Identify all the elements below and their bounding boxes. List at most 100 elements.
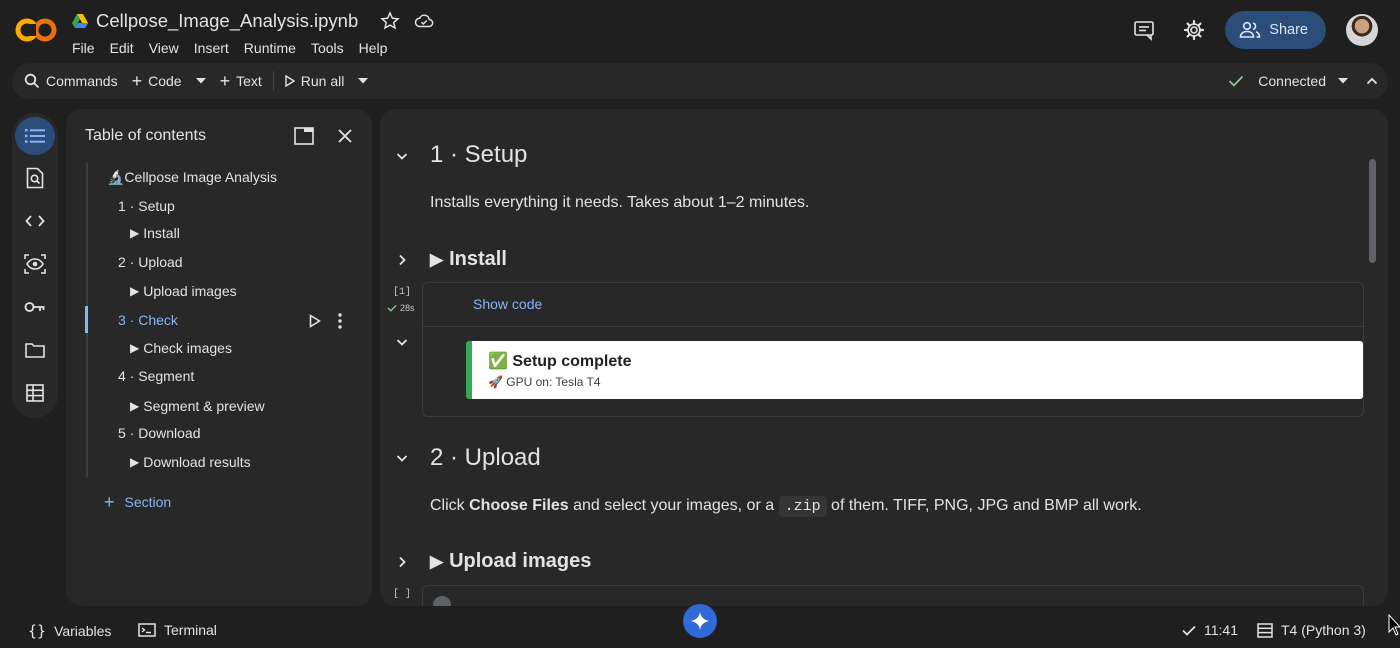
run-all-button[interactable]: Run all xyxy=(278,73,352,89)
commands-button[interactable]: Commands xyxy=(12,73,125,89)
notebook-toolbar: Commands + Code + Text Run all Connected xyxy=(12,63,1388,99)
code-label: Code xyxy=(148,73,182,89)
side-rail xyxy=(12,113,58,418)
add-text-button[interactable]: + Text xyxy=(213,72,269,90)
share-button[interactable]: Share xyxy=(1225,11,1326,49)
toc-item-upload-images[interactable]: ▶ Upload images xyxy=(130,283,237,299)
terminal-button[interactable]: Terminal xyxy=(138,622,217,638)
code-snippets-icon[interactable] xyxy=(15,202,55,240)
gemini-sparkle-button[interactable] xyxy=(683,604,717,638)
toc-item-download[interactable]: 5 · Download xyxy=(118,425,201,441)
toc-item-download-results[interactable]: ▶ Download results xyxy=(130,454,251,470)
toc-item-install[interactable]: ▶ Install xyxy=(130,225,180,241)
code-dropdown[interactable] xyxy=(189,78,213,84)
check-icon xyxy=(387,305,397,312)
run-all-label: Run all xyxy=(300,73,345,89)
people-icon xyxy=(1239,21,1261,39)
toc-item-setup[interactable]: 1 · Setup xyxy=(118,198,175,214)
add-section-button[interactable]: + Section xyxy=(104,493,171,511)
code-cell-upload[interactable] xyxy=(422,585,1364,606)
comments-icon[interactable] xyxy=(1133,19,1155,41)
more-vert-icon[interactable] xyxy=(338,313,342,329)
execution-count: [ ] xyxy=(393,589,412,600)
menu-help[interactable]: Help xyxy=(359,40,388,56)
files-folder-icon[interactable] xyxy=(15,331,55,369)
open-in-tab-icon[interactable] xyxy=(294,127,314,145)
toc-item-check-images[interactable]: ▶ Check images xyxy=(130,340,232,356)
colab-logo[interactable] xyxy=(14,12,58,48)
check-icon xyxy=(1182,625,1196,636)
secrets-key-icon[interactable] xyxy=(15,288,55,326)
vertical-scrollbar[interactable] xyxy=(1369,159,1376,263)
toc-item-check[interactable]: 3 · Check xyxy=(118,312,178,328)
show-code-link[interactable]: Show code xyxy=(473,296,542,312)
menu-tools[interactable]: Tools xyxy=(311,40,344,56)
connected-status[interactable]: Connected xyxy=(1258,73,1326,89)
cloud-saved-icon[interactable] xyxy=(414,11,434,31)
execution-time: 28s xyxy=(387,303,415,313)
caret-down-icon xyxy=(358,78,369,84)
notebook-title[interactable]: Cellpose_Image_Analysis.ipynb xyxy=(96,10,358,32)
collapsed-triangle-icon: ▶ xyxy=(130,341,140,355)
caret-down-icon xyxy=(195,78,206,84)
collapsed-triangle-icon: ▶ xyxy=(430,551,444,571)
collapsed-triangle-icon: ▶ xyxy=(130,226,140,240)
caret-down-icon[interactable] xyxy=(1338,78,1348,84)
find-in-document-icon[interactable] xyxy=(15,159,55,197)
menu-runtime[interactable]: Runtime xyxy=(244,40,296,56)
run-all-dropdown[interactable] xyxy=(351,78,375,84)
mouse-cursor-icon xyxy=(1388,614,1400,636)
cell-output: ✅ Setup complete 🚀 GPU on: Tesla T4 xyxy=(466,341,1363,399)
data-table-icon[interactable] xyxy=(15,374,55,412)
menu-edit[interactable]: Edit xyxy=(110,40,134,56)
variables-button[interactable]: {} Variables xyxy=(28,622,111,640)
toc-item-segment[interactable]: 4 · Segment xyxy=(118,368,194,384)
user-avatar[interactable] xyxy=(1346,14,1378,46)
close-icon[interactable] xyxy=(337,128,353,144)
table-of-contents-icon[interactable] xyxy=(15,117,55,155)
output-subtitle: 🚀 GPU on: Tesla T4 xyxy=(488,375,601,389)
cell-divider xyxy=(423,326,1363,327)
toc-title: Table of contents xyxy=(85,127,206,144)
section-heading-setup: 1 · Setup xyxy=(430,141,528,168)
toc-item-upload[interactable]: 2 · Upload xyxy=(118,254,183,270)
runtime-info[interactable]: T4 (Python 3) xyxy=(1257,622,1366,638)
code-cell-install[interactable]: Show code ✅ Setup complete 🚀 GPU on: Tes… xyxy=(422,282,1364,417)
run-section-play-icon[interactable] xyxy=(309,314,321,328)
add-code-button[interactable]: + Code xyxy=(125,71,189,91)
collapse-chevron-down-icon[interactable] xyxy=(394,450,410,466)
toc-item-cellpose-image-analysis[interactable]: 🔬Cellpose Image Analysis xyxy=(107,169,277,186)
last-run-time[interactable]: 11:41 xyxy=(1182,622,1238,638)
google-drive-icon xyxy=(72,14,88,28)
menu-file[interactable]: File xyxy=(72,40,95,56)
execution-count: [1] xyxy=(393,287,412,298)
sparkle-icon xyxy=(690,611,710,631)
section-heading-upload: 2 · Upload xyxy=(430,444,541,471)
run-cell-button[interactable] xyxy=(433,596,451,606)
settings-gear-icon[interactable] xyxy=(1183,19,1205,41)
upload-description: Click Choose Files and select your image… xyxy=(430,496,1142,517)
toc-item-segment-preview[interactable]: ▶ Segment & preview xyxy=(130,398,265,414)
share-label: Share xyxy=(1269,22,1308,38)
menu-bar: File Edit View Insert Runtime Tools Help xyxy=(72,40,402,56)
terminal-icon xyxy=(138,623,156,637)
notebook-title-row: Cellpose_Image_Analysis.ipynb xyxy=(72,10,434,32)
inline-code: .zip xyxy=(778,496,827,517)
table-of-contents-panel: Table of contents 🔬Cellpose Image Analys… xyxy=(66,109,372,606)
menu-view[interactable]: View xyxy=(149,40,179,56)
collapse-chevron-down-icon[interactable] xyxy=(394,148,410,164)
menu-insert[interactable]: Insert xyxy=(194,40,229,56)
check-icon xyxy=(1228,75,1244,87)
expand-chevron-right-icon[interactable] xyxy=(394,252,410,268)
output-collapse-chevron-icon[interactable] xyxy=(394,334,410,350)
server-icon xyxy=(1257,622,1273,638)
text-label: Text xyxy=(236,73,262,89)
output-title: ✅ Setup complete xyxy=(488,353,632,370)
plus-icon: + xyxy=(131,71,143,91)
variable-inspector-icon[interactable] xyxy=(15,245,55,283)
star-icon[interactable] xyxy=(380,11,401,31)
collapse-chevron-up-icon[interactable] xyxy=(1366,77,1378,85)
expand-chevron-right-icon[interactable] xyxy=(394,554,410,570)
search-icon xyxy=(24,73,40,89)
collapsed-triangle-icon: ▶ xyxy=(130,399,140,413)
